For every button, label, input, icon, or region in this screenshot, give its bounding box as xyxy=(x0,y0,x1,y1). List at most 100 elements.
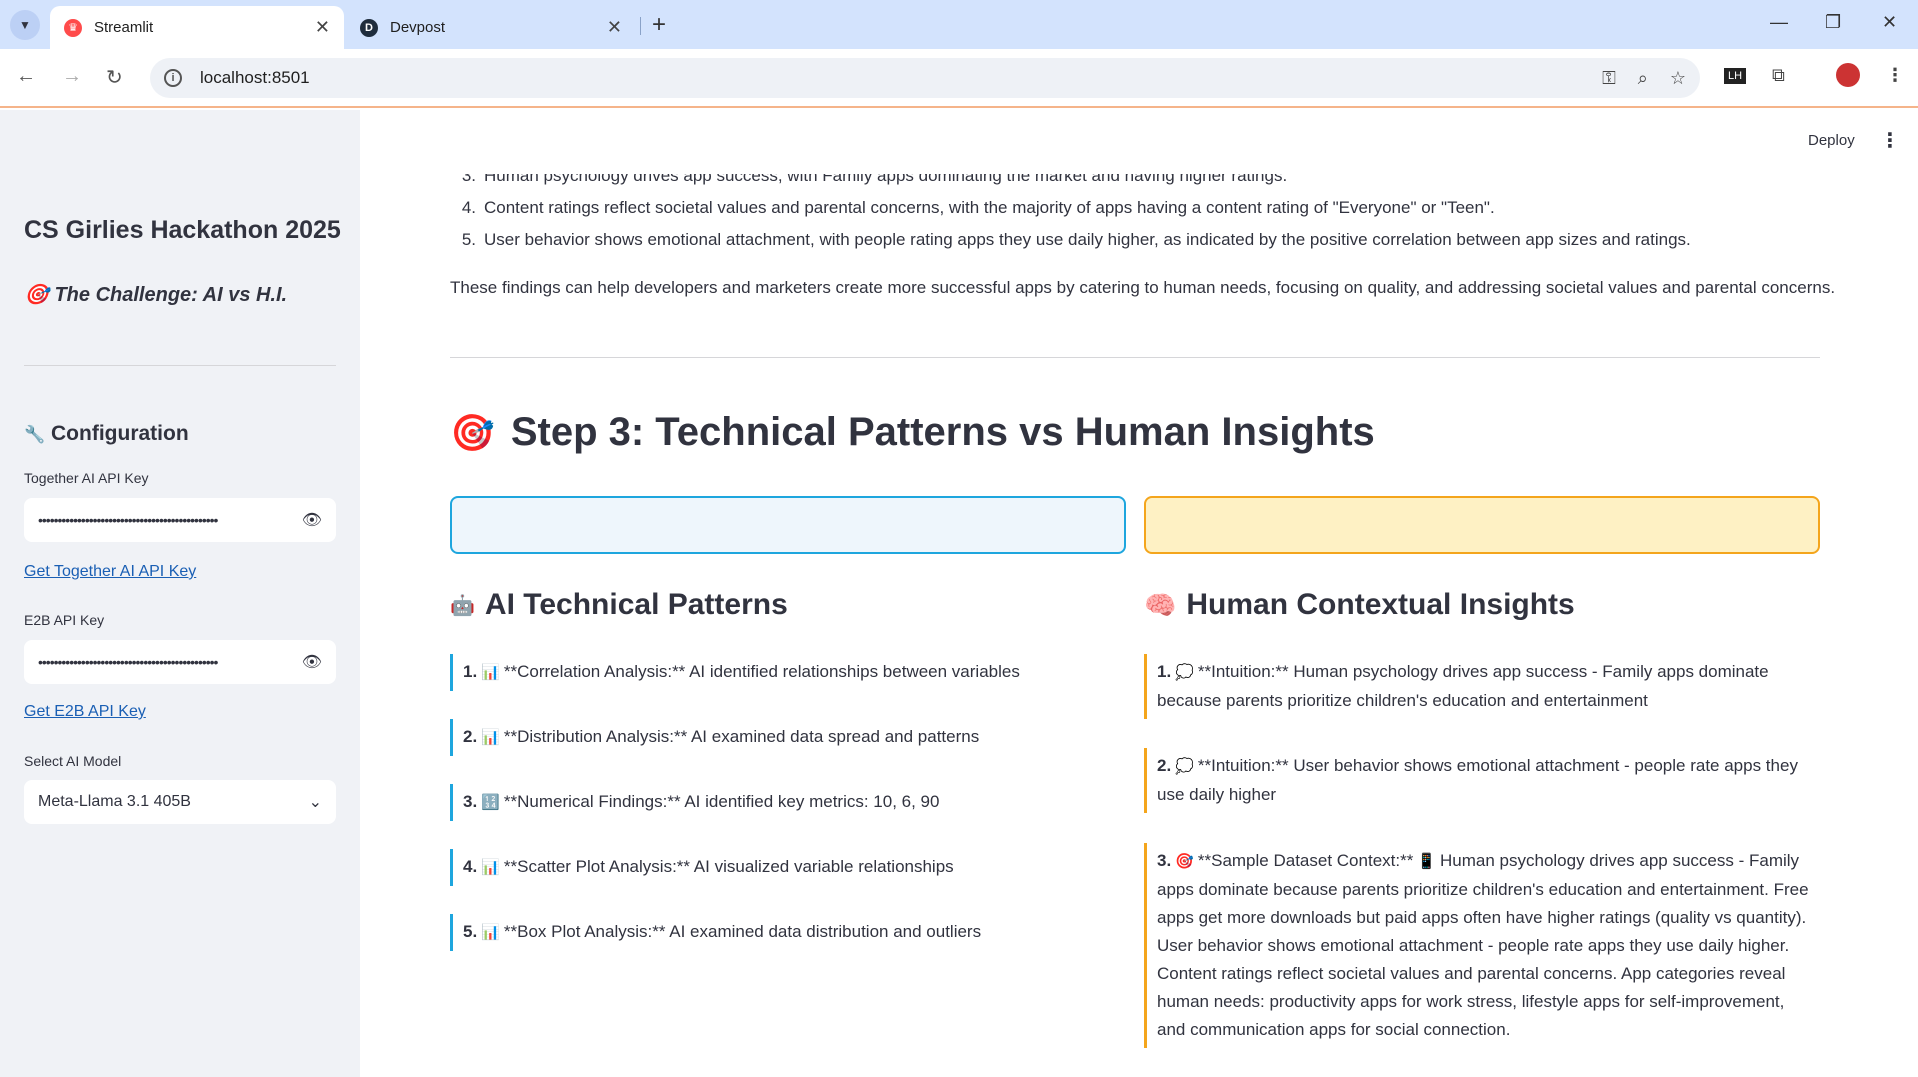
divider xyxy=(450,357,1820,358)
app-menu-icon[interactable]: ⋮ xyxy=(1880,128,1900,153)
chart-icon: 📊 xyxy=(481,924,500,941)
bookmark-star-icon[interactable]: ☆ xyxy=(1670,68,1686,89)
list-item: 5. User behavior shows emotional attachme… xyxy=(450,230,1691,250)
url-text[interactable]: localhost:8501 xyxy=(200,68,310,88)
human-info-box xyxy=(1144,496,1820,554)
subtitle-text: The Challenge: AI vs H.I. xyxy=(54,284,288,306)
chart-icon: 📊 xyxy=(481,859,500,876)
ai-pattern-item: 1. 📊 **Correlation Analysis:** AI identifi… xyxy=(450,654,1126,691)
sidebar-title: CS Girlies Hackathon 2025 xyxy=(24,216,341,244)
chevron-down-icon[interactable]: ⌄ xyxy=(309,792,322,812)
site-info-icon[interactable]: i xyxy=(164,69,182,87)
chart-icon: 📊 xyxy=(481,729,500,746)
human-insight-item: 3. 🎯 **Sample Dataset Context:** 📱 Human psy… xyxy=(1144,843,1820,1048)
together-key-label: Together AI API Key xyxy=(24,470,149,486)
item-number: 3. xyxy=(1157,851,1172,870)
eye-icon[interactable]: 👁 xyxy=(302,510,322,530)
model-select-label: Select AI Model xyxy=(24,753,122,769)
chevron-down-icon: ▼ xyxy=(19,18,31,32)
together-key-input[interactable]: ••••••••••••••••••••••••••••••••••••••••… xyxy=(24,498,336,542)
main-content: Deploy ⋮ 3. Human psychology drives app s… xyxy=(360,110,1918,1077)
tab-streamlit[interactable]: ♛ Streamlit ✕ xyxy=(50,6,344,49)
list-text: User behavior shows emotional attachment… xyxy=(484,230,1691,249)
list-number: 5. xyxy=(461,230,476,249)
sidebar-subtitle: 🎯 The Challenge: AI vs H.I. xyxy=(24,282,287,307)
item-text: **Intuition:** Human psychology drives a… xyxy=(1157,662,1769,710)
item-number: 4. xyxy=(463,857,478,876)
ai-pattern-item: 5. 📊 **Box Plot Analysis:** AI examined da… xyxy=(450,914,1126,951)
thought-bubble-icon: 💭 xyxy=(1175,758,1194,775)
item-number: 2. xyxy=(1157,756,1172,775)
tab-devpost[interactable]: D Devpost ✕ xyxy=(346,6,636,49)
target-icon: 🎯 xyxy=(450,411,495,453)
wrench-icon: 🔧 xyxy=(24,425,46,444)
extension-icon[interactable]: LH xyxy=(1724,68,1747,84)
profile-avatar[interactable] xyxy=(1836,63,1860,87)
item-text: **Correlation Analysis:** AI identified … xyxy=(503,662,1020,681)
menu-kebab-icon[interactable]: ⋮ xyxy=(1886,65,1904,86)
config-heading: 🔧 Configuration xyxy=(24,422,189,446)
address-bar[interactable]: i localhost:8501 ⚿ ⌕ ☆ xyxy=(150,58,1700,98)
model-select[interactable]: Meta-Llama 3.1 405B ⌄ xyxy=(24,780,336,824)
item-text: **Sample Dataset Context:** xyxy=(1197,851,1414,870)
list-text: Human psychology drives app success, wit… xyxy=(484,166,1288,185)
reload-icon[interactable]: ↻ xyxy=(106,65,123,90)
sidebar: CS Girlies Hackathon 2025 🎯 The Challeng… xyxy=(0,110,360,1077)
ai-pattern-item: 3. 🔢 **Numerical Findings:** AI identified… xyxy=(450,784,1126,821)
list-number: 3. xyxy=(461,166,476,185)
step-heading-text: Step 3: Technical Patterns vs Human Insi… xyxy=(510,410,1375,454)
devpost-favicon-icon: D xyxy=(360,18,378,37)
ai-heading-text: AI Technical Patterns xyxy=(484,588,788,621)
item-text-detail: Human psychology drives app success - Fa… xyxy=(1157,851,1809,1039)
new-tab-button[interactable]: + xyxy=(652,11,666,39)
extensions-puzzle-icon[interactable]: ⧉ xyxy=(1772,65,1785,86)
together-key-value[interactable]: ••••••••••••••••••••••••••••••••••••••••… xyxy=(38,512,292,528)
list-item: 4. Content ratings reflect societal value… xyxy=(450,198,1495,218)
item-text: **Numerical Findings:** AI identified ke… xyxy=(503,792,940,811)
e2b-key-label: E2B API Key xyxy=(24,612,105,628)
phone-icon: 📱 xyxy=(1417,853,1437,870)
human-insight-item: 2. 💭 **Intuition:** User behavior shows em… xyxy=(1144,748,1820,813)
item-number: 2. xyxy=(463,727,478,746)
item-number: 1. xyxy=(1157,662,1172,681)
list-number: 4. xyxy=(461,198,476,217)
eye-icon[interactable]: 👁 xyxy=(302,652,322,672)
deploy-button[interactable]: Deploy xyxy=(1808,132,1855,149)
zoom-icon[interactable]: ⌕ xyxy=(1638,68,1648,89)
list-text: Content ratings reflect societal values … xyxy=(484,198,1495,217)
close-window-icon[interactable]: ✕ xyxy=(1882,12,1897,33)
close-tab-icon[interactable]: ✕ xyxy=(607,17,622,38)
model-select-value[interactable]: Meta-Llama 3.1 405B xyxy=(38,793,309,811)
e2b-key-input[interactable]: ••••••••••••••••••••••••••••••••••••••••… xyxy=(24,640,336,684)
minimize-icon[interactable]: — xyxy=(1770,12,1788,33)
item-number: 1. xyxy=(463,662,478,681)
password-key-icon[interactable]: ⚿ xyxy=(1602,68,1616,89)
tab-search-button[interactable]: ▼ xyxy=(10,10,40,40)
ai-pattern-item: 4. 📊 **Scatter Plot Analysis:** AI visuali… xyxy=(450,849,1126,886)
e2b-key-value[interactable]: ••••••••••••••••••••••••••••••••••••••••… xyxy=(38,654,292,670)
ai-pattern-item: 2. 📊 **Distribution Analysis:** AI examine… xyxy=(450,719,1126,756)
brain-icon: 🧠 xyxy=(1144,589,1177,620)
thought-bubble-icon: 💭 xyxy=(1175,664,1194,681)
restore-icon[interactable]: ❐ xyxy=(1825,12,1841,33)
item-number: 3. xyxy=(463,792,478,811)
item-text: **Box Plot Analysis:** AI examined data … xyxy=(503,922,982,941)
list-item: 3. Human psychology drives app success, w… xyxy=(450,166,1288,186)
back-icon[interactable]: ← xyxy=(16,65,36,88)
step-heading: 🎯 Step 3: Technical Patterns vs Human In… xyxy=(450,410,1375,455)
ai-heading: 🤖 AI Technical Patterns xyxy=(450,588,788,622)
together-key-link[interactable]: Get Together AI API Key xyxy=(24,563,196,581)
human-heading: 🧠 Human Contextual Insights xyxy=(1144,588,1575,622)
e2b-key-link[interactable]: Get E2B API Key xyxy=(24,703,146,721)
item-number: 5. xyxy=(463,922,478,941)
divider xyxy=(24,365,336,366)
target-icon: 🎯 xyxy=(24,284,49,306)
ai-info-box xyxy=(450,496,1126,554)
tab-label: Devpost xyxy=(390,19,446,36)
tab-separator xyxy=(640,17,641,35)
human-insight-item: 1. 💭 **Intuition:** Human psychology drive… xyxy=(1144,654,1820,719)
close-tab-icon[interactable]: ✕ xyxy=(315,17,330,38)
tab-label: Streamlit xyxy=(94,19,154,36)
forward-icon[interactable]: → xyxy=(62,65,82,88)
target-icon: 🎯 xyxy=(1175,853,1194,870)
